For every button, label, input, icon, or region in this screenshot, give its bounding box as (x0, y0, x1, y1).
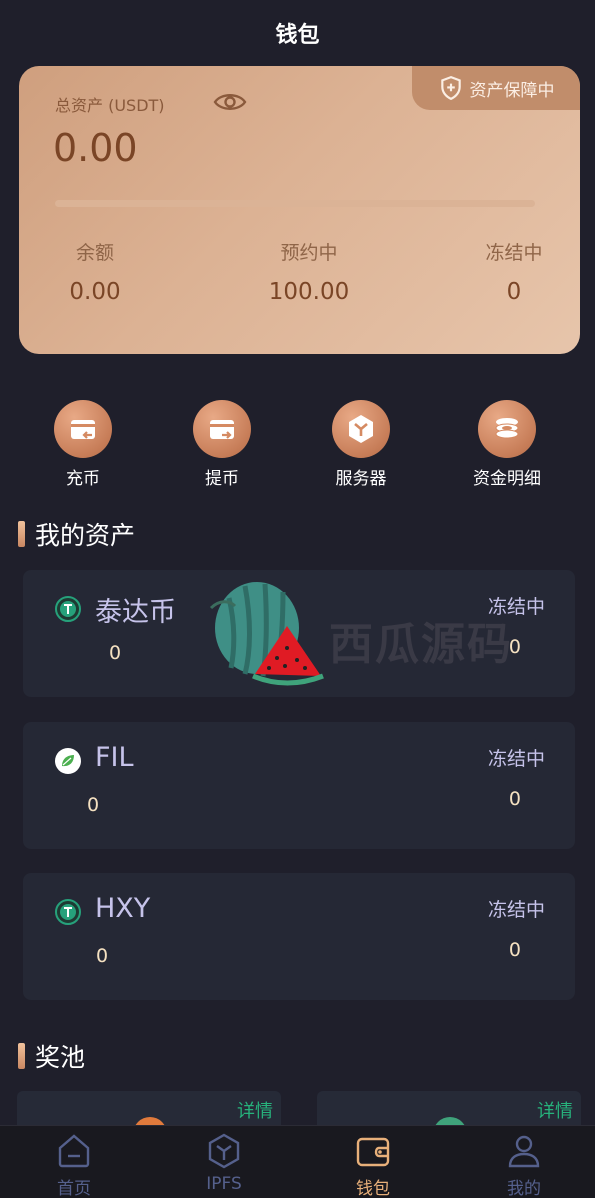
pool-detail-link[interactable]: 详情 (237, 1097, 273, 1123)
bottom-tabbar: 首页 IPFS 钱包 我的 (0, 1125, 595, 1198)
asset-progress-bar (55, 200, 535, 207)
pool-heading: 奖池 (18, 1038, 85, 1074)
tab-profile[interactable]: 我的 (474, 1132, 574, 1198)
stat-label: 冻结中 (485, 242, 543, 264)
section-title: 我的资产 (35, 521, 136, 550)
asset-name: 泰达币 (95, 597, 176, 628)
coins-icon (495, 418, 519, 439)
stat-label: 余额 (75, 242, 114, 264)
tab-label: 我的 (507, 1179, 541, 1198)
stat-frozen: 冻结中 0 (474, 238, 554, 305)
leaf-icon (55, 748, 81, 774)
total-asset-label: 总资产 (USDT) (55, 96, 165, 115)
fund-details-button[interactable]: 资金明细 (452, 400, 562, 489)
stat-reserved: 预约中 100.00 (249, 238, 369, 305)
stat-label: 预约中 (280, 242, 338, 264)
asset-name: FIL (95, 742, 134, 773)
section-bar (18, 521, 25, 547)
tether-icon (55, 596, 81, 622)
eye-icon[interactable] (213, 90, 247, 114)
withdraw-icon (210, 420, 234, 439)
deposit-button[interactable]: 充币 (28, 400, 138, 489)
deposit-icon (71, 420, 95, 439)
quick-actions: 充币 提币 服务器 资金明细 (0, 400, 595, 490)
tab-label: IPFS (206, 1174, 242, 1194)
tab-home[interactable]: 首页 (24, 1132, 124, 1198)
shield-icon (440, 76, 461, 101)
frozen-label: 冻结中 (487, 596, 545, 618)
action-label: 充币 (66, 469, 100, 489)
asset-card-usdt[interactable]: 泰达币 0 冻结中 0 (23, 570, 575, 697)
action-label: 资金明细 (473, 469, 541, 489)
server-button[interactable]: 服务器 (306, 400, 416, 489)
my-assets-heading: 我的资产 (18, 516, 135, 552)
asset-protection-badge[interactable]: 资产保障中 (412, 66, 580, 110)
tab-ipfs[interactable]: IPFS (174, 1132, 274, 1194)
pool-detail-link[interactable]: 详情 (537, 1097, 573, 1123)
asset-card-fil[interactable]: FIL 0 冻结中 0 (23, 722, 575, 849)
tab-wallet[interactable]: 钱包 (323, 1132, 423, 1198)
action-label: 提币 (205, 469, 239, 489)
frozen-value: 0 (508, 636, 521, 658)
asset-amount: 0 (87, 794, 100, 816)
stat-value: 100.00 (268, 279, 350, 305)
stat-value: 0 (506, 279, 522, 305)
page-title: 钱包 (275, 23, 320, 48)
ipfs-icon (208, 1133, 240, 1169)
stat-value: 0.00 (69, 279, 121, 305)
section-title: 奖池 (35, 1043, 86, 1072)
home-icon (58, 1134, 90, 1168)
page-header: 钱包 (0, 0, 595, 66)
tab-label: 首页 (57, 1179, 91, 1198)
frozen-value: 0 (508, 939, 521, 961)
frozen-value: 0 (508, 788, 521, 810)
tab-label: 钱包 (356, 1179, 390, 1198)
user-icon (508, 1135, 540, 1168)
action-label: 服务器 (335, 469, 387, 489)
total-asset-card: 资产保障中 总资产 (USDT) 0.00 余额 0.00 预约中 100.00… (19, 66, 580, 354)
section-bar (18, 1043, 25, 1069)
asset-name: HXY (95, 893, 151, 924)
withdraw-button[interactable]: 提币 (167, 400, 277, 489)
asset-amount: 0 (109, 642, 122, 664)
server-icon (349, 415, 373, 443)
asset-card-hxy[interactable]: HXY 0 冻结中 0 (23, 873, 575, 1000)
frozen-label: 冻结中 (487, 748, 545, 770)
tether-icon (55, 899, 81, 925)
frozen-label: 冻结中 (487, 899, 545, 921)
stat-balance: 余额 0.00 (55, 238, 135, 305)
badge-label: 资产保障中 (469, 80, 555, 101)
total-asset-value: 0.00 (53, 126, 138, 170)
wallet-icon (356, 1137, 390, 1167)
asset-amount: 0 (96, 945, 109, 967)
